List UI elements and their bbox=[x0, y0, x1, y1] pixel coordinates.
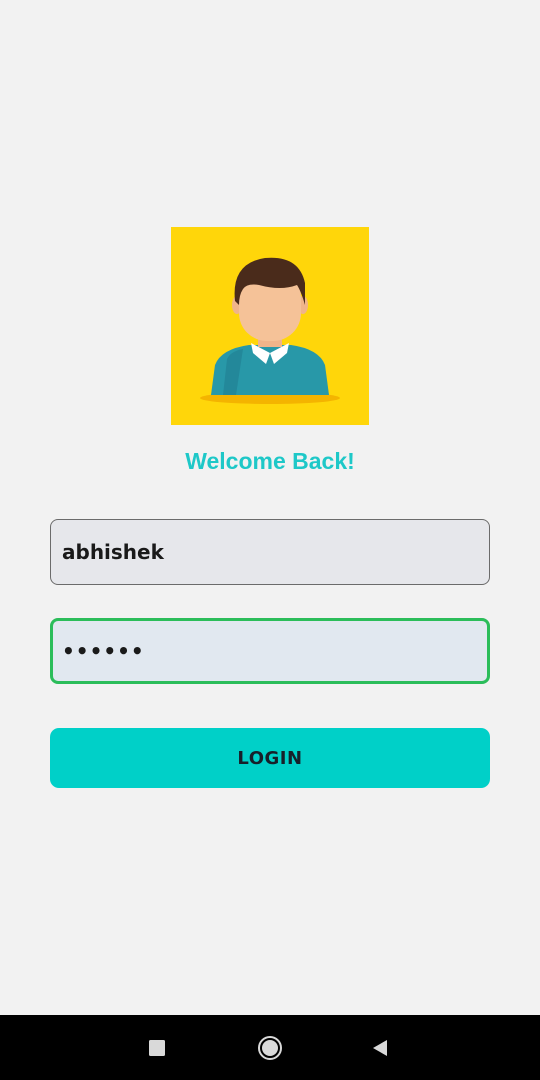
login-button[interactable]: LOGIN bbox=[50, 728, 490, 788]
recent-apps-button[interactable] bbox=[127, 1015, 187, 1080]
avatar bbox=[171, 227, 369, 425]
back-icon bbox=[373, 1039, 387, 1056]
username-input[interactable] bbox=[50, 519, 490, 585]
user-avatar-icon bbox=[200, 257, 340, 404]
home-icon bbox=[258, 1035, 282, 1060]
home-button[interactable] bbox=[240, 1015, 300, 1080]
back-button[interactable] bbox=[350, 1015, 410, 1080]
password-input[interactable] bbox=[50, 618, 490, 684]
system-navigation-bar bbox=[0, 1015, 540, 1080]
welcome-heading: Welcome Back! bbox=[185, 448, 355, 474]
recent-apps-icon bbox=[149, 1039, 165, 1056]
